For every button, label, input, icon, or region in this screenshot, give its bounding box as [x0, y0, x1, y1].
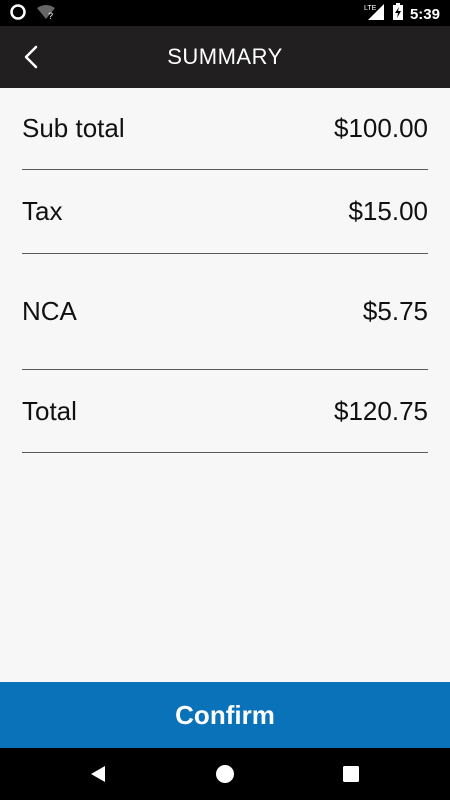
- nca-value: $5.75: [362, 296, 428, 326]
- summary-row-tax: Tax $15.00: [22, 170, 428, 254]
- status-bar: ? LTE 5:39: [0, 0, 450, 26]
- nav-recents-button[interactable]: [339, 762, 363, 786]
- back-button[interactable]: [14, 40, 48, 74]
- summary-row-subtotal: Sub total $100.00: [22, 88, 428, 170]
- subtotal-value: $100.00: [334, 113, 428, 143]
- status-time: 5:39: [409, 6, 440, 23]
- network-label: LTE: [364, 5, 377, 12]
- system-nav-bar: [0, 748, 450, 800]
- nav-back-button[interactable]: [86, 762, 110, 786]
- chevron-left-icon: [24, 45, 38, 69]
- confirm-button[interactable]: Confirm: [0, 682, 450, 748]
- tax-label: Tax: [22, 196, 63, 226]
- summary-row-nca: NCA $5.75: [22, 254, 428, 370]
- subtotal-label: Sub total: [22, 113, 125, 143]
- nca-label: NCA: [22, 296, 77, 326]
- signal-icon: LTE: [364, 3, 386, 26]
- battery-icon: [392, 3, 404, 26]
- app-bar: SUMMARY: [0, 26, 450, 88]
- summary-list: Sub total $100.00 Tax $15.00 NCA $5.75 T…: [0, 88, 450, 453]
- wifi-icon: ?: [36, 4, 56, 25]
- total-label: Total: [22, 395, 77, 426]
- recents-icon: [343, 766, 359, 782]
- summary-row-total: Total $120.75: [22, 370, 428, 453]
- tax-value: $15.00: [348, 196, 428, 226]
- nav-home-button[interactable]: [213, 762, 237, 786]
- notification-icon: [10, 4, 26, 25]
- home-icon: [216, 765, 234, 783]
- svg-text:?: ?: [48, 11, 53, 20]
- back-icon: [91, 766, 105, 782]
- total-value: $120.75: [334, 395, 428, 426]
- page-title: SUMMARY: [167, 44, 283, 69]
